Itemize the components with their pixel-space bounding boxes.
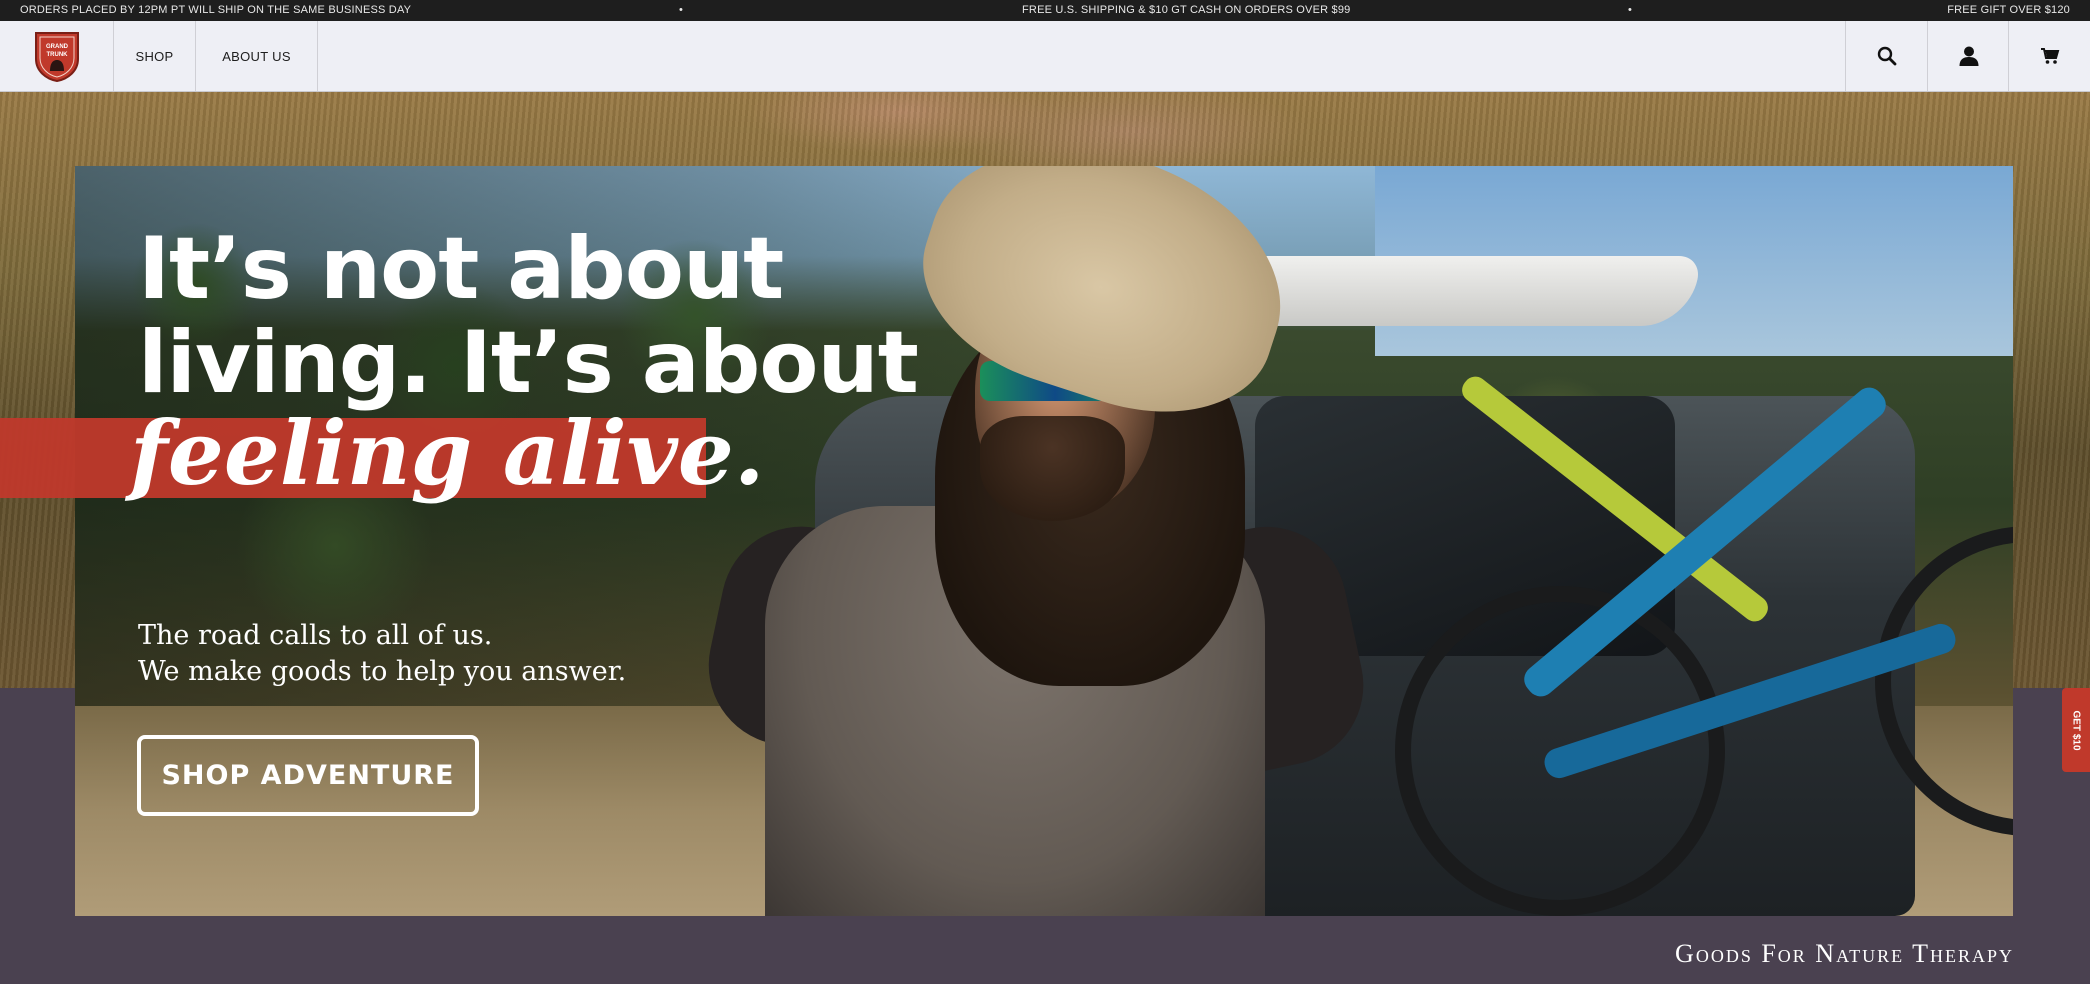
account-icon <box>1959 46 1978 66</box>
nav-about-us[interactable]: ABOUT US <box>196 21 318 91</box>
logo-text-trunk: TRUNK <box>46 52 68 58</box>
hero-tagline: Goods For Nature Therapy <box>1675 939 2014 968</box>
search-button[interactable] <box>1845 21 1927 91</box>
account-button[interactable] <box>1927 21 2009 91</box>
hero-headline: It’s not about living. It’s about <box>138 219 919 413</box>
hero-subheading: The road calls to all of us. We make goo… <box>138 618 626 690</box>
hero-image-person-beard <box>980 416 1125 521</box>
nav-shop[interactable]: SHOP <box>114 21 196 91</box>
hero-headline-italic: feeling alive. <box>130 401 765 505</box>
search-icon <box>1877 46 1896 66</box>
announcement-free-shipping: FREE U.S. SHIPPING & $10 GT CASH ON ORDE… <box>1022 4 1351 16</box>
announcement-free-gift: FREE GIFT OVER $120 <box>1947 4 2070 16</box>
announcement-shipping-time: ORDERS PLACED BY 12PM PT WILL SHIP ON TH… <box>20 4 412 16</box>
hero-headline-line-2: living. It’s about <box>138 313 919 413</box>
grand-trunk-logo-icon: GRAND TRUNK <box>34 32 79 83</box>
hero-subheading-line-1: The road calls to all of us. <box>138 620 493 651</box>
cart-icon <box>2040 48 2059 64</box>
announcement-separator: • <box>1628 4 1633 16</box>
get-10-tab[interactable]: GET $10 <box>2062 688 2090 772</box>
logo[interactable]: GRAND TRUNK <box>0 21 114 91</box>
get-10-tab-label: GET $10 <box>2070 709 2082 751</box>
hero-subheading-line-2: We make goods to help you answer. <box>138 656 627 687</box>
hero-headline-line-1: It’s not about <box>138 219 784 319</box>
announcement-separator: • <box>679 4 684 16</box>
logo-text-grand: GRAND <box>46 44 69 50</box>
shop-adventure-button[interactable]: SHOP ADVENTURE <box>137 735 479 816</box>
announcement-bar: ORDERS PLACED BY 12PM PT WILL SHIP ON TH… <box>0 0 2090 21</box>
cart-button[interactable] <box>2008 21 2090 91</box>
site-header: GRAND TRUNK SHOP ABOUT US <box>0 21 2090 92</box>
hero-image-roof-box <box>1207 256 1703 326</box>
